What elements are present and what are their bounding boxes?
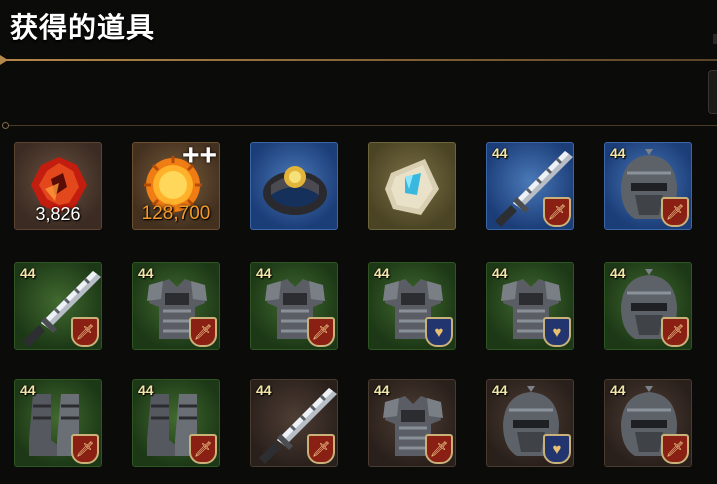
page-title: 获得的道具 <box>10 12 156 43</box>
item-level: 44 <box>256 265 272 281</box>
attack-badge-icon: 🗡 <box>189 434 217 464</box>
section-divider <box>2 122 717 129</box>
item-slot[interactable]: 44 🗡 <box>368 379 456 467</box>
item-level: 44 <box>492 145 508 161</box>
item-level: 44 <box>492 382 508 398</box>
plus-icon: ++ <box>181 142 217 172</box>
item-slot[interactable]: 44 🗡 <box>14 379 102 467</box>
attack-badge-icon: 🗡 <box>543 197 571 227</box>
item-slot[interactable]: 3,826 <box>14 142 102 230</box>
item-slot[interactable]: 44 ♥ <box>486 379 574 467</box>
attack-badge-icon: 🗡 <box>661 317 689 347</box>
divider-arrow-icon <box>0 55 8 65</box>
title-divider <box>0 55 717 65</box>
item-level: 44 <box>20 265 36 281</box>
defense-badge-icon: ♥ <box>543 317 571 347</box>
attack-badge-icon: 🗡 <box>71 434 99 464</box>
attack-badge-icon: 🗡 <box>189 317 217 347</box>
attack-badge-icon: 🗡 <box>307 434 335 464</box>
item-slot[interactable]: 44 ♥ <box>486 262 574 350</box>
item-slot[interactable]: 44 🗡 <box>132 379 220 467</box>
attack-badge-icon: 🗡 <box>307 317 335 347</box>
item-slot[interactable]: 44 🗡 <box>604 142 692 230</box>
item-level: 44 <box>374 265 390 281</box>
attack-badge-icon: 🗡 <box>425 434 453 464</box>
attack-badge-icon: 🗡 <box>71 317 99 347</box>
item-slot[interactable] <box>250 142 338 230</box>
item-slot[interactable]: 44 🗡 <box>604 262 692 350</box>
defense-badge-icon: ♥ <box>543 434 571 464</box>
item-slot[interactable]: 128,700 ++ <box>132 142 220 230</box>
attack-badge-icon: 🗡 <box>661 197 689 227</box>
attack-badge-icon: 🗡 <box>661 434 689 464</box>
item-level: 44 <box>138 382 154 398</box>
item-slot[interactable] <box>368 142 456 230</box>
item-level: 44 <box>20 382 36 398</box>
item-slot[interactable]: 44 🗡 <box>486 142 574 230</box>
item-slot[interactable]: 44 🗡 <box>14 262 102 350</box>
side-handle <box>713 34 717 44</box>
item-slot[interactable]: 44 🗡 <box>604 379 692 467</box>
divider-dot-icon <box>2 122 9 129</box>
side-scroll-tab[interactable] <box>708 70 717 114</box>
item-level: 44 <box>610 145 626 161</box>
item-level: 44 <box>374 382 390 398</box>
item-slot[interactable]: 44 🗡 <box>250 262 338 350</box>
item-level: 44 <box>138 265 154 281</box>
item-slot[interactable]: 44 ♥ <box>368 262 456 350</box>
defense-badge-icon: ♥ <box>425 317 453 347</box>
item-count: 3,826 <box>35 204 81 224</box>
item-level: 44 <box>610 382 626 398</box>
item-level: 44 <box>256 382 272 398</box>
item-slot[interactable]: 44 🗡 <box>250 379 338 467</box>
item-slot[interactable]: 44 🗡 <box>132 262 220 350</box>
item-level: 44 <box>610 265 626 281</box>
item-count: 128,700 <box>141 203 211 224</box>
item-level: 44 <box>492 265 508 281</box>
